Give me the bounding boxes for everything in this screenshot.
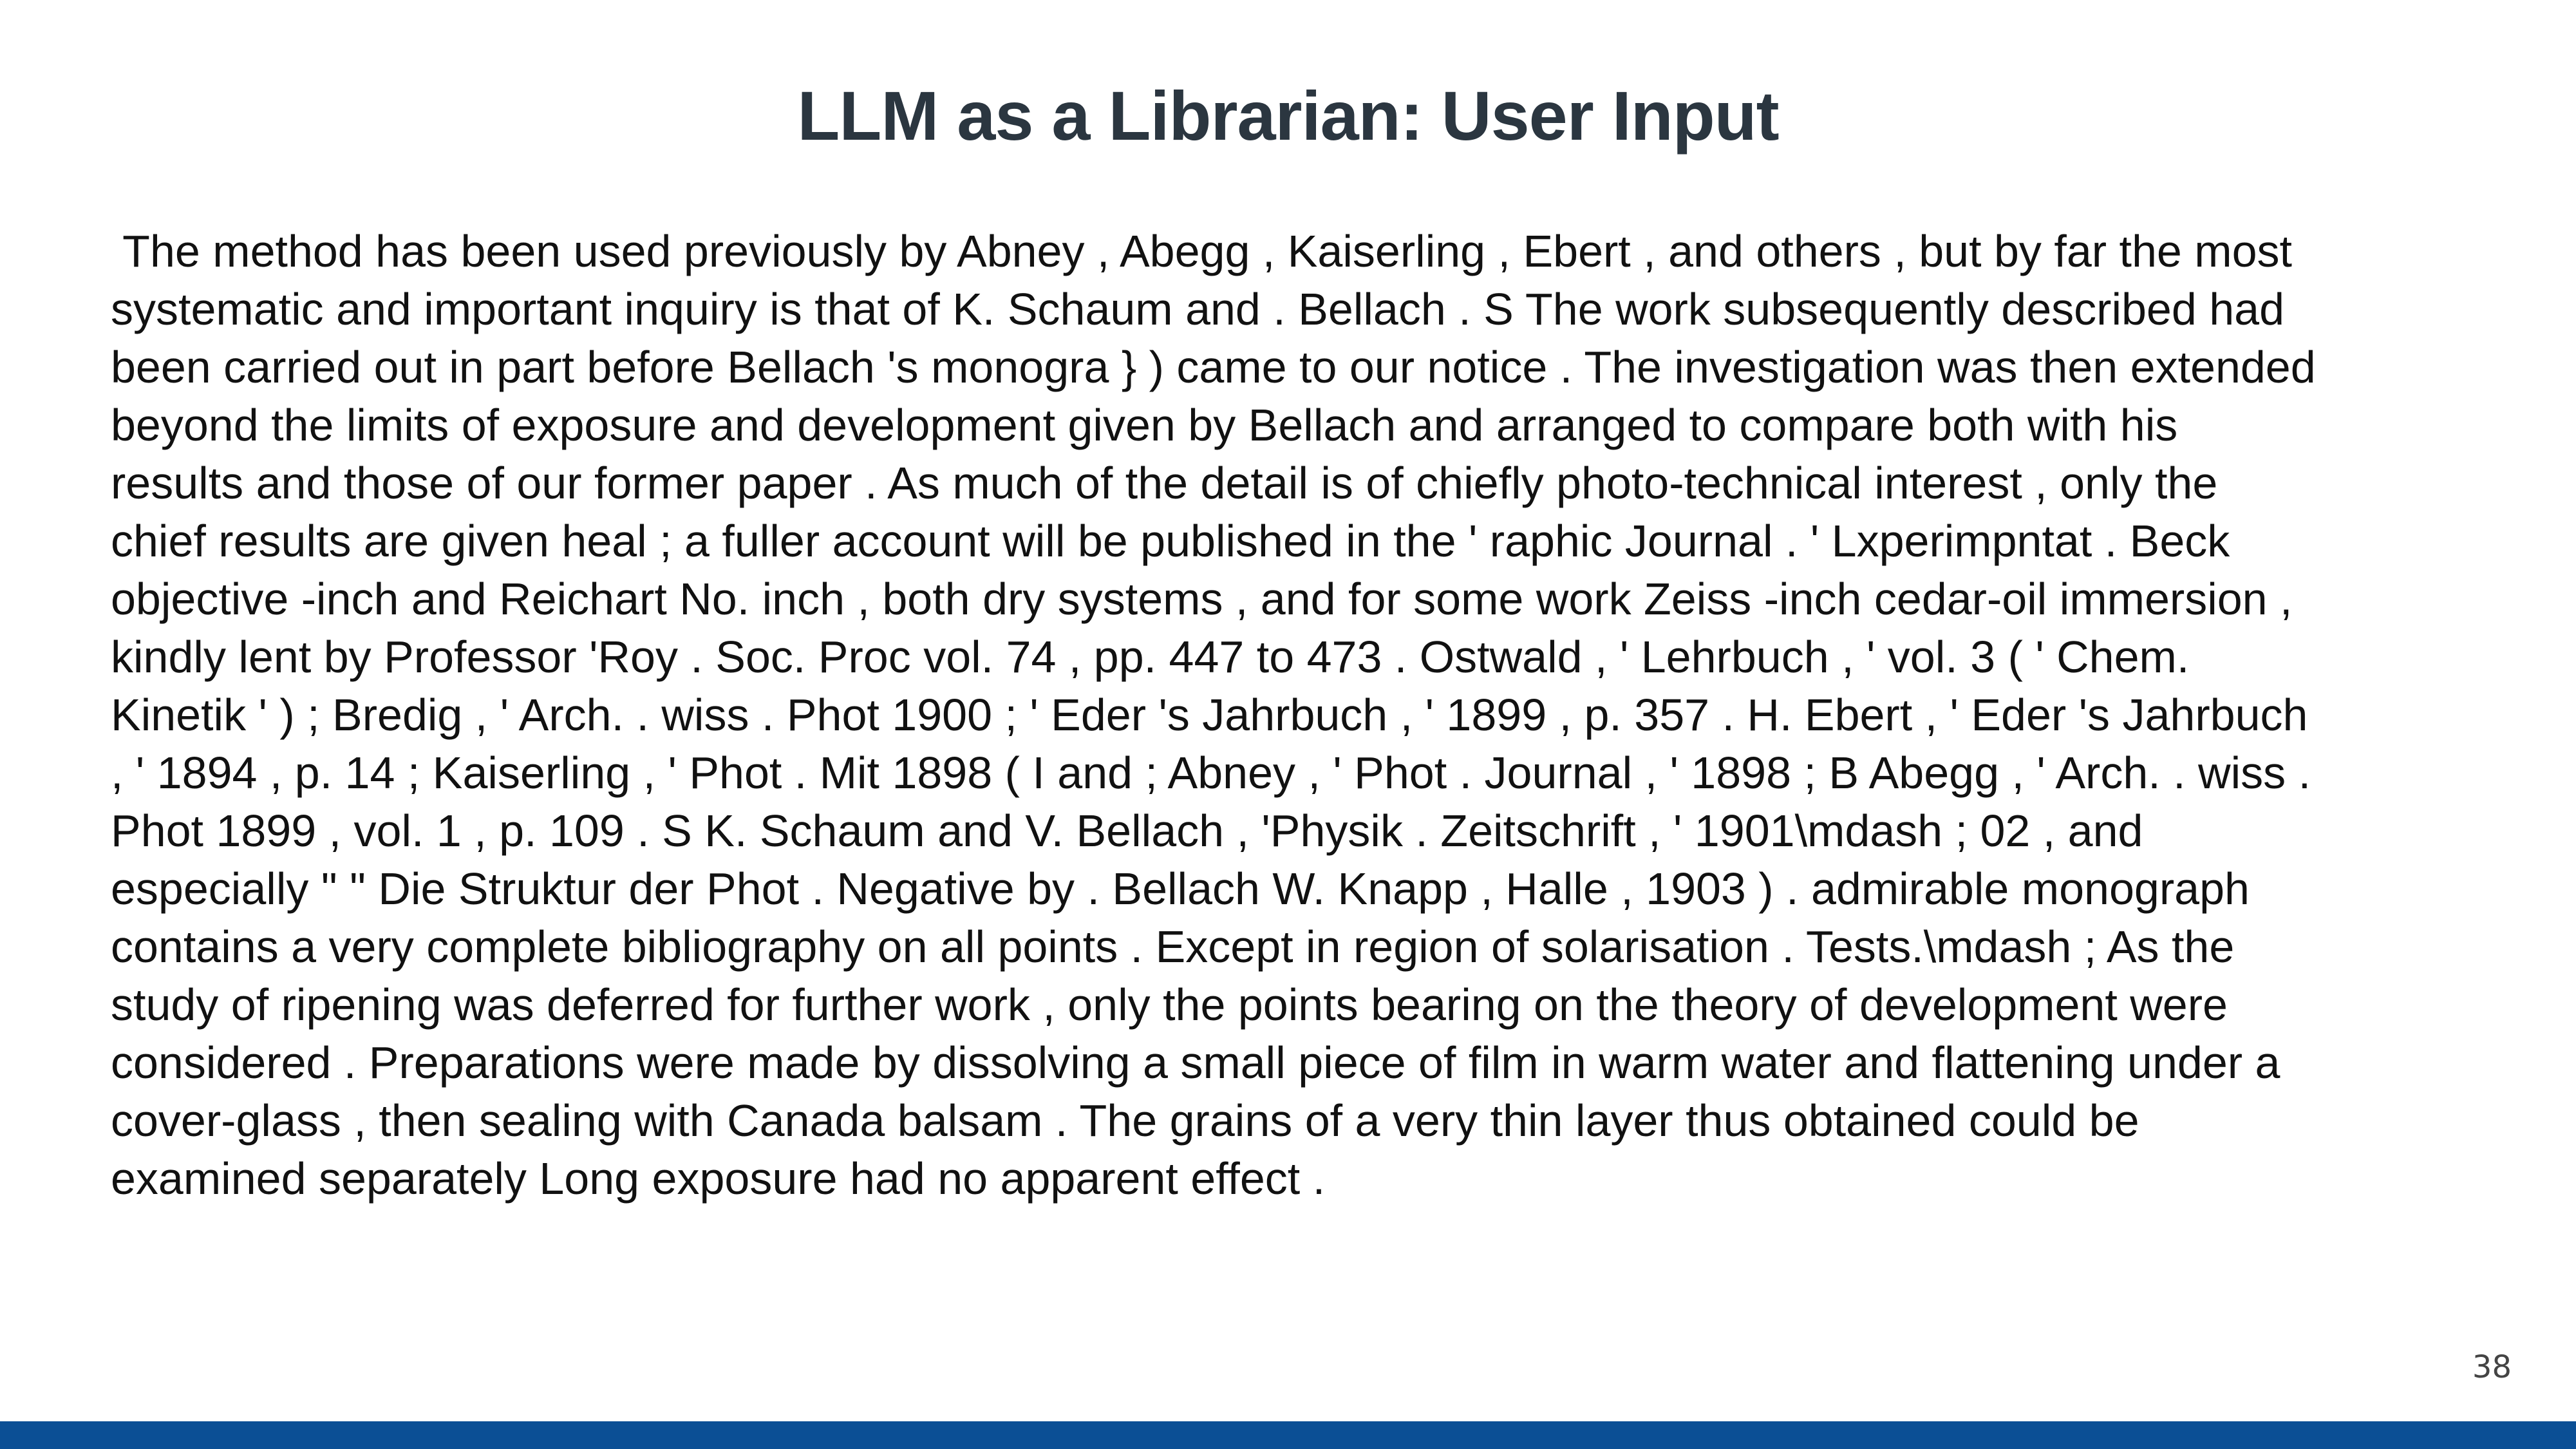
body-line: objective -inch and Reichart No. inch , … — [111, 574, 2293, 624]
body-line: contains a very complete bibliography on… — [111, 922, 2235, 972]
body-line: kindly lent by Professor 'Roy . Soc. Pro… — [111, 632, 2190, 682]
body-line: systematic and important inquiry is that… — [111, 284, 2285, 334]
body-line: chief results are given heal ; a fuller … — [111, 516, 2230, 566]
body-line: examined separately Long exposure had no… — [111, 1153, 1326, 1204]
body-line: The method has been used previously by A… — [111, 226, 2292, 276]
body-line: been carried out in part before Bellach … — [111, 342, 2316, 392]
body-line: especially " " Die Struktur der Phot . N… — [111, 864, 2250, 914]
slide-title: LLM as a Librarian: User Input — [797, 77, 1779, 155]
body-line: Kinetik ' ) ; Bredig , ' Arch. . wiss . … — [111, 690, 2308, 740]
footer-bar — [0, 1421, 2576, 1449]
body-line: study of ripening was deferred for furth… — [111, 980, 2228, 1030]
body-line: beyond the limits of exposure and develo… — [111, 400, 2178, 450]
body-line: cover-glass , then sealing with Canada b… — [111, 1095, 2139, 1146]
body-line: Phot 1899 , vol. 1 , p. 109 . S K. Schau… — [111, 806, 2143, 856]
slide-body-text: The method has been used previously by A… — [111, 222, 2493, 1208]
body-line: results and those of our former paper . … — [111, 458, 2218, 508]
body-line: considered . Preparations were made by d… — [111, 1037, 2280, 1088]
body-line: , ' 1894 , p. 14 ; Kaiserling , ' Phot .… — [111, 748, 2311, 798]
page-number: 38 — [2472, 1349, 2512, 1385]
